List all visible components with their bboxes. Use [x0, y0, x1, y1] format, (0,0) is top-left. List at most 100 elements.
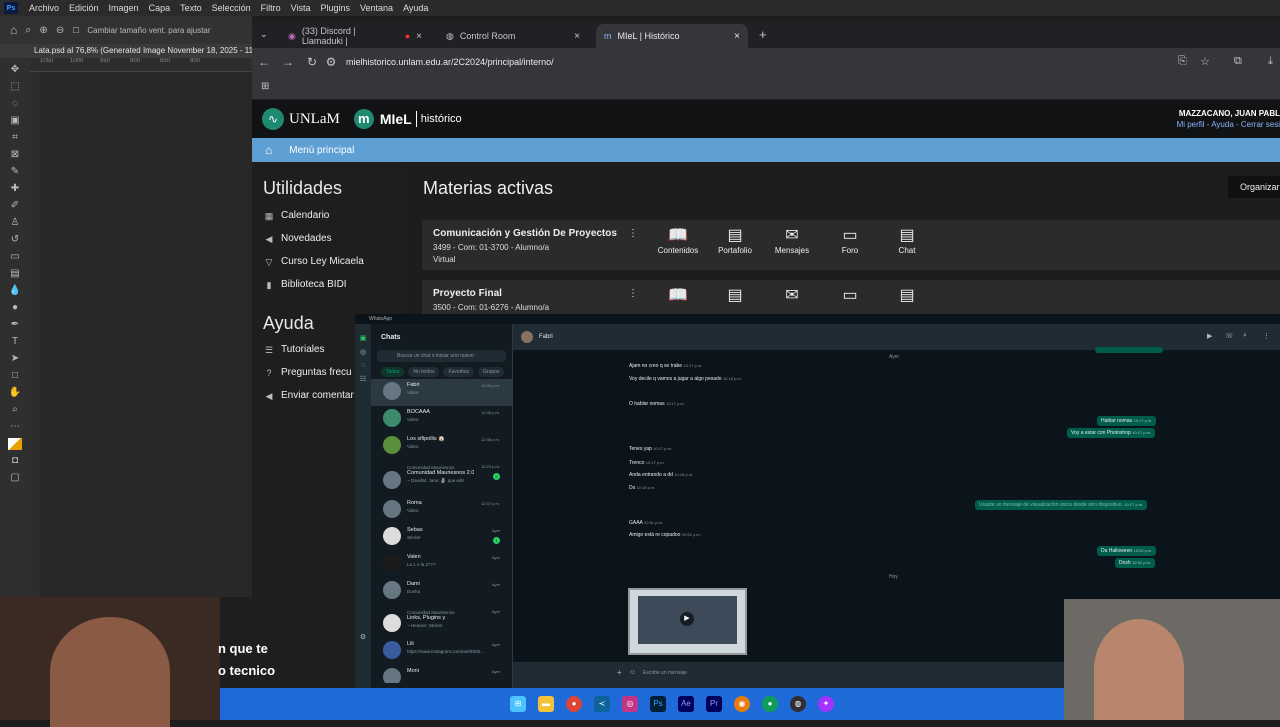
- sidebar-item-calendario[interactable]: ▦ Calendario: [252, 204, 404, 227]
- blender-icon[interactable]: ◉: [734, 696, 750, 712]
- menu-edicion[interactable]: Edición: [64, 3, 104, 13]
- foro-button[interactable]: ▭: [825, 286, 875, 306]
- course-name[interactable]: Proyecto Final: [433, 288, 502, 299]
- chat-item[interactable]: Roma Video 12:07 p.m.: [371, 497, 512, 524]
- chat-item[interactable]: Lili https://www.instagram.com/reel/DM0..…: [371, 638, 512, 665]
- dodge-tool-icon[interactable]: ●: [8, 302, 22, 314]
- address-bar[interactable]: mielhistorico.unlam.edu.ar/2C2024/princi…: [346, 57, 554, 67]
- chrome-icon[interactable]: ●: [762, 696, 778, 712]
- resize-window-checkbox[interactable]: ☐: [72, 26, 79, 35]
- chat-item[interactable]: Moni Ayer: [371, 665, 512, 683]
- quick-mask-icon[interactable]: ◘: [8, 455, 22, 467]
- chat-search-input[interactable]: Buscar un chat o iniciar uno nuevo: [377, 350, 506, 362]
- stamp-tool-icon[interactable]: ♙: [8, 217, 22, 229]
- course-name[interactable]: Comunicación y Gestión De Proyectos: [433, 228, 617, 239]
- close-tab-icon[interactable]: ×: [734, 31, 740, 42]
- menu-capa[interactable]: Capa: [144, 3, 176, 13]
- chats-icon[interactable]: ▣: [355, 334, 371, 342]
- more-tools-icon[interactable]: ⋯: [8, 421, 22, 433]
- site-info-icon[interactable]: ⚙: [324, 55, 338, 69]
- eraser-tool-icon[interactable]: ▭: [8, 251, 22, 263]
- chat-item[interactable]: Sebas Sticker Ayer 1: [371, 524, 512, 551]
- document-tab[interactable]: Lata.psd al 76,8% (Generated Image Novem…: [0, 44, 252, 58]
- hand-tool-icon[interactable]: ✋: [8, 387, 22, 399]
- sidebar-item-ley-micaela[interactable]: ▽ Curso Ley Micaela: [252, 250, 404, 273]
- menu-archivo[interactable]: Archivo: [24, 3, 64, 13]
- mensajes-button[interactable]: ✉: [767, 286, 817, 306]
- filter-grupos[interactable]: Grupos: [478, 367, 505, 377]
- shape-tool-icon[interactable]: □: [8, 370, 22, 382]
- forward-icon[interactable]: →: [276, 55, 300, 69]
- filter-todos[interactable]: Todos: [381, 367, 405, 377]
- contact-avatar[interactable]: [521, 331, 533, 343]
- extensions-icon[interactable]: ⧉: [1234, 55, 1242, 68]
- menu-vista[interactable]: Vista: [286, 3, 316, 13]
- menu-ayuda[interactable]: Ayuda: [398, 3, 433, 13]
- main-menu-link[interactable]: Menú principal: [289, 145, 354, 156]
- download-icon[interactable]: ⤓: [1268, 55, 1273, 68]
- brush-tool-icon[interactable]: ✐: [8, 200, 22, 212]
- instagram-icon[interactable]: ◎: [622, 696, 638, 712]
- home-icon[interactable]: ⌂: [10, 23, 17, 37]
- apps-grid-icon[interactable]: ⊞: [261, 81, 269, 92]
- install-app-icon[interactable]: ⎘: [1178, 55, 1187, 68]
- voice-call-icon[interactable]: ☏: [1225, 332, 1234, 340]
- mensajes-button[interactable]: ✉ Mensajes: [767, 226, 817, 255]
- more-options-icon[interactable]: ⋮: [1263, 332, 1270, 340]
- photoshop-canvas[interactable]: [40, 72, 252, 597]
- filter-favoritos[interactable]: Favoritos: [443, 367, 475, 377]
- settings-icon[interactable]: ⚙: [355, 633, 371, 641]
- sidebar-item-novedades[interactable]: ◀ Novedades: [252, 227, 404, 250]
- filter-no-leidos[interactable]: No leídos: [408, 367, 440, 377]
- portafolio-button[interactable]: ▤ Portafolio: [710, 226, 760, 255]
- history-brush-icon[interactable]: ↺: [8, 234, 22, 246]
- eyedropper-tool-icon[interactable]: ✎: [8, 166, 22, 178]
- chat-item[interactable]: Comunidad Mauriesnos Links, Plugins y ~ He…: [371, 605, 512, 638]
- foro-button[interactable]: ▭ Foro: [825, 226, 875, 255]
- attach-icon[interactable]: +: [617, 662, 622, 684]
- object-select-tool-icon[interactable]: ▣: [8, 115, 22, 127]
- menu-ventana[interactable]: Ventana: [355, 3, 398, 13]
- type-tool-icon[interactable]: T: [8, 336, 22, 348]
- tab-discord[interactable]: ◉ (33) Discord | Llamaduki | ● ×: [280, 24, 430, 48]
- communities-icon[interactable]: ☷: [355, 375, 371, 383]
- chrome-icon[interactable]: ●: [566, 696, 582, 712]
- chat-item[interactable]: Dami Dosha Ayer: [371, 578, 512, 605]
- zoom-in-icon[interactable]: ⊕: [39, 25, 47, 36]
- organizar-button[interactable]: Organizar: [1228, 176, 1280, 198]
- lasso-tool-icon[interactable]: ◌: [8, 98, 22, 110]
- video-call-icon[interactable]: ▶: [1207, 332, 1212, 340]
- path-select-tool-icon[interactable]: ➤: [8, 353, 22, 365]
- search-icon[interactable]: ⌕: [1243, 332, 1247, 340]
- menu-filtro[interactable]: Filtro: [256, 3, 286, 13]
- blur-tool-icon[interactable]: 💧: [8, 285, 22, 297]
- premiere-icon[interactable]: Pr: [706, 696, 722, 712]
- gradient-tool-icon[interactable]: ▤: [8, 268, 22, 280]
- menu-seleccion[interactable]: Selección: [207, 3, 256, 13]
- chat-button[interactable]: ▤ Chat: [882, 226, 932, 255]
- pen-tool-icon[interactable]: ✒: [8, 319, 22, 331]
- contenidos-button[interactable]: 📖: [653, 286, 703, 306]
- crop-tool-icon[interactable]: ⌗: [8, 132, 22, 144]
- menu-imagen[interactable]: Imagen: [104, 3, 144, 13]
- course-menu-icon[interactable]: ⋮: [628, 288, 638, 299]
- tab-miel[interactable]: m MIeL | Histórico ×: [596, 24, 748, 48]
- sidebar-item-biblioteca[interactable]: ▮ Biblioteca BIDI: [252, 273, 404, 296]
- photoshop-icon[interactable]: Ps: [650, 696, 666, 712]
- chat-item[interactable]: Los sifipollis 🏠 Video 12:48 p.m.: [371, 433, 512, 460]
- zoom-out-icon[interactable]: ⊖: [56, 25, 64, 36]
- messenger-icon[interactable]: ✦: [818, 696, 834, 712]
- screen-mode-icon[interactable]: ▢: [8, 472, 22, 484]
- windows-icon[interactable]: ⊞: [510, 696, 526, 712]
- menu-plugins[interactable]: Plugins: [316, 3, 356, 13]
- chat-button[interactable]: ▤: [882, 286, 932, 306]
- new-tab-icon[interactable]: +: [759, 27, 767, 42]
- menu-texto[interactable]: Texto: [175, 3, 207, 13]
- marquee-tool-icon[interactable]: ⬚: [8, 81, 22, 93]
- chat-item[interactable]: Comunidad Mauriesnos Comunidad Mauriesnos…: [371, 460, 512, 497]
- close-tab-icon[interactable]: ×: [416, 31, 422, 42]
- reload-icon[interactable]: ↻: [300, 55, 324, 69]
- file-explorer-icon[interactable]: ▬: [538, 696, 554, 712]
- bookmark-star-icon[interactable]: ☆: [1200, 55, 1210, 68]
- healing-tool-icon[interactable]: ✚: [8, 183, 22, 195]
